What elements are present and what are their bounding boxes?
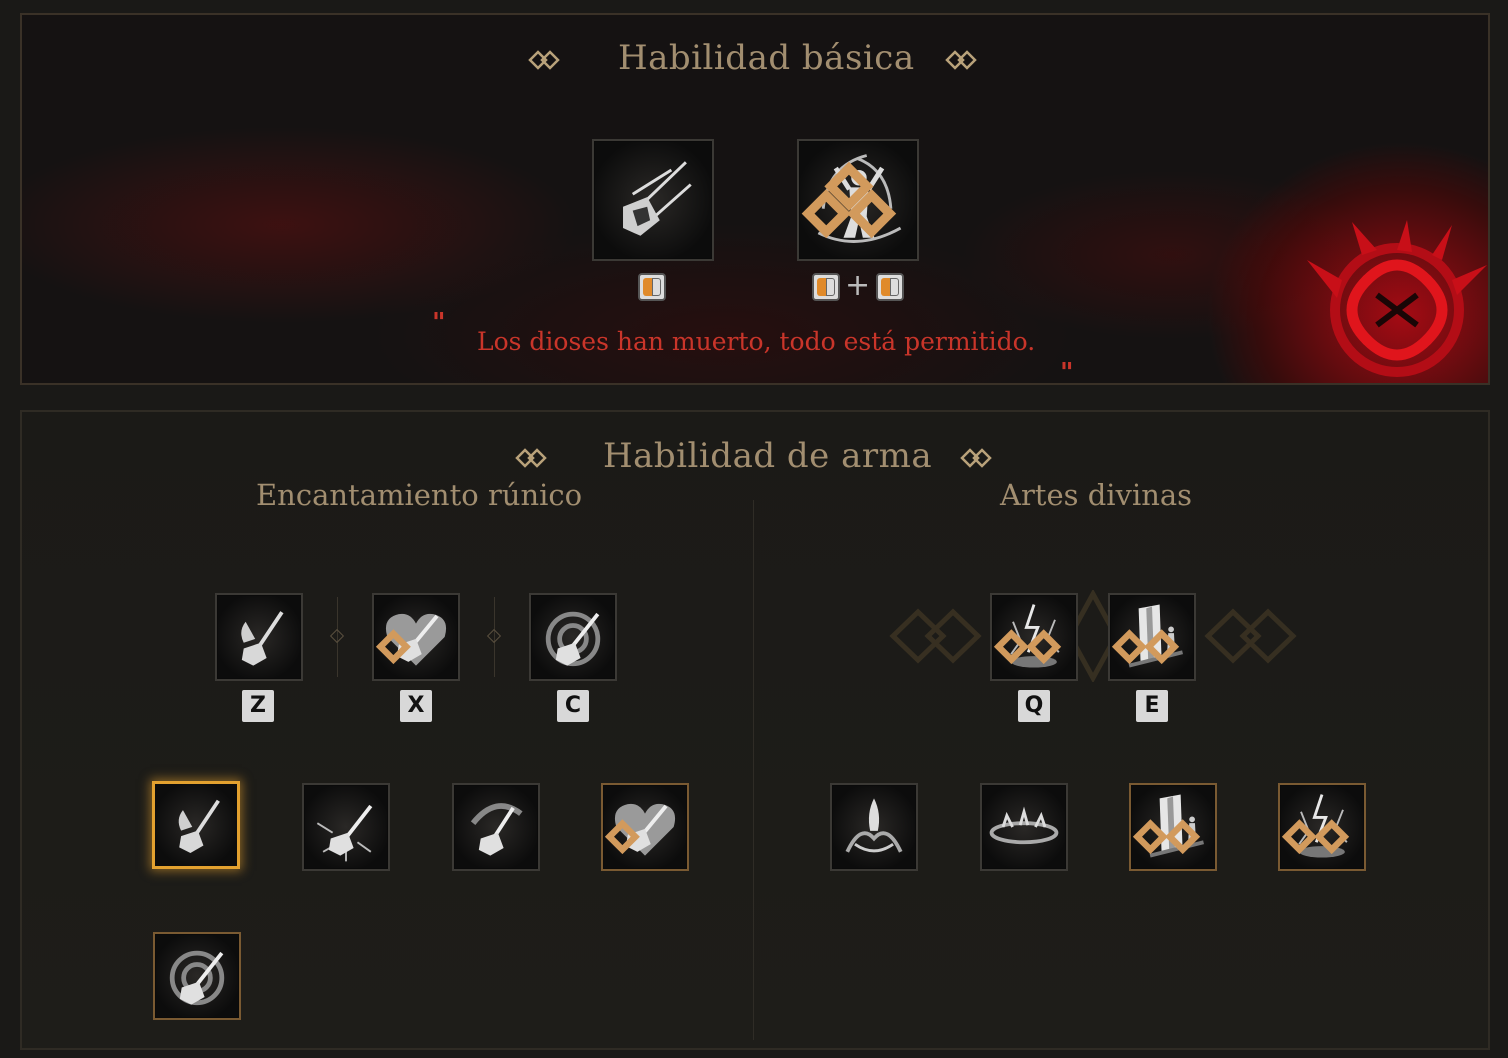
rank-diamond-icon [604, 819, 640, 855]
hammer-warrior-icon [241, 611, 284, 666]
runic-enchant-title: Encantamiento rúnico [256, 478, 583, 512]
basic-skill-combo[interactable] [797, 139, 919, 261]
ornament-right-icon [945, 50, 977, 70]
plus-sign: + [845, 268, 871, 303]
divine-pool-skill-3[interactable] [1129, 783, 1217, 871]
rank-diamonds-icon [993, 629, 1062, 665]
key-c: C [557, 690, 589, 722]
divine-pool-skill-2[interactable] [980, 783, 1068, 871]
rising-spirit-icon [845, 798, 903, 853]
basic-skill-attack[interactable] [592, 139, 714, 261]
hammer-warrior-icon [178, 799, 220, 853]
runic-pool-skill-1[interactable] [152, 781, 240, 869]
rank-diamonds-icon [1111, 629, 1180, 665]
flavor-quote: Los dioses han muerto, todo está permiti… [477, 327, 1036, 356]
divine-pool-skill-1[interactable] [830, 783, 918, 871]
hammer-impact-icon [316, 804, 373, 862]
mouse-left-click-icon [638, 273, 666, 301]
mouse-left-click-icon [876, 273, 904, 301]
divine-slot-q[interactable] [990, 593, 1078, 681]
rank-diamonds-icon [1132, 819, 1201, 855]
rank-diamonds-icon [1281, 819, 1350, 855]
divine-pool-skill-4[interactable] [1278, 783, 1366, 871]
key-x: X [400, 690, 432, 722]
divine-arts-ornament-icon [889, 590, 1297, 682]
ornament-right-icon [960, 448, 992, 468]
runic-pool-skill-3[interactable] [452, 783, 540, 871]
vortex-hammer-icon [169, 950, 225, 1006]
rank-diamonds-icon [801, 161, 897, 239]
runic-pool-skill-5[interactable] [153, 932, 241, 1020]
column-divider [753, 500, 754, 1040]
hammer-dash-icon [623, 161, 692, 236]
runic-pool-skill-4[interactable] [601, 783, 689, 871]
runic-slot-x[interactable] [372, 593, 460, 681]
sun-emblem-icon [1307, 220, 1487, 377]
key-e: E [1136, 690, 1168, 722]
ornament-left-icon [515, 448, 547, 468]
rank-diamond-icon [375, 629, 411, 665]
vortex-hammer-icon [545, 611, 601, 667]
quote-open-mark: " [432, 308, 446, 338]
runic-slot-z[interactable] [215, 593, 303, 681]
basic-skill-title: Habilidad básica [618, 38, 915, 78]
key-z: Z [242, 690, 274, 722]
key-q: Q [1018, 690, 1050, 722]
quote-close-mark: " [1060, 358, 1074, 388]
runic-pool-skill-2[interactable] [302, 783, 390, 871]
weapon-skill-title: Habilidad de arma [603, 436, 933, 476]
ornament-left-icon [528, 50, 560, 70]
mouse-left-click-icon [812, 273, 840, 301]
runic-slot-c[interactable] [529, 593, 617, 681]
divine-slot-e[interactable] [1108, 593, 1196, 681]
spinning-hammer-icon [470, 803, 523, 856]
thorn-crown-icon [989, 806, 1059, 845]
divine-arts-title: Artes divinas [1000, 478, 1193, 512]
